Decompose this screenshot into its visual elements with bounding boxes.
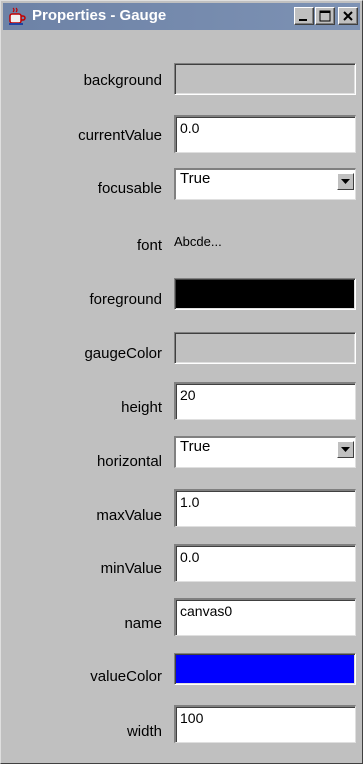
gaugecolor-color-swatch[interactable] (174, 332, 356, 364)
width-label: width (126, 723, 162, 740)
close-icon (343, 11, 353, 21)
focusable-select[interactable]: True (174, 168, 356, 200)
horizontal-label: horizontal (96, 453, 162, 470)
background-color-swatch[interactable] (174, 63, 356, 95)
currentvalue-input[interactable]: 0.0 (174, 115, 356, 153)
font-label: font (136, 237, 162, 254)
font-preview[interactable]: Abcde... (174, 234, 222, 249)
height-input[interactable]: 20 (174, 382, 356, 420)
java-coffee-icon (9, 7, 26, 25)
chevron-down-icon (341, 179, 350, 184)
width-input[interactable]: 100 (174, 705, 356, 743)
minimize-button[interactable] (294, 7, 314, 25)
horizontal-select[interactable]: True (174, 436, 356, 468)
minimize-icon (299, 19, 307, 21)
maximize-icon (319, 10, 331, 22)
background-label: background (83, 72, 162, 89)
horizontal-dropdown-button[interactable] (337, 441, 354, 458)
valuecolor-color-swatch[interactable] (174, 653, 356, 685)
focusable-value: True (180, 170, 211, 187)
chevron-down-icon (341, 447, 350, 452)
horizontal-value: True (180, 438, 211, 455)
properties-window: Properties - Gauge background currentVal… (0, 0, 363, 764)
window-title: Properties - Gauge (32, 7, 167, 24)
gaugecolor-label: gaugeColor (84, 345, 162, 362)
maxvalue-label: maxValue (96, 507, 162, 524)
close-button[interactable] (338, 7, 358, 25)
foreground-label: foreground (89, 291, 162, 308)
height-label: height (121, 399, 162, 416)
focusable-label: focusable (97, 180, 162, 197)
title-bar[interactable]: Properties - Gauge (3, 3, 360, 30)
name-input[interactable]: canvas0 (174, 598, 356, 636)
maxvalue-input[interactable]: 1.0 (174, 489, 356, 527)
minvalue-label: minValue (100, 560, 162, 577)
minvalue-input[interactable]: 0.0 (174, 544, 356, 582)
foreground-color-swatch[interactable] (174, 278, 356, 310)
currentvalue-label: currentValue (78, 127, 162, 144)
focusable-dropdown-button[interactable] (337, 173, 354, 190)
valuecolor-label: valueColor (90, 668, 162, 685)
name-label: name (124, 615, 162, 632)
maximize-button[interactable] (315, 7, 335, 25)
